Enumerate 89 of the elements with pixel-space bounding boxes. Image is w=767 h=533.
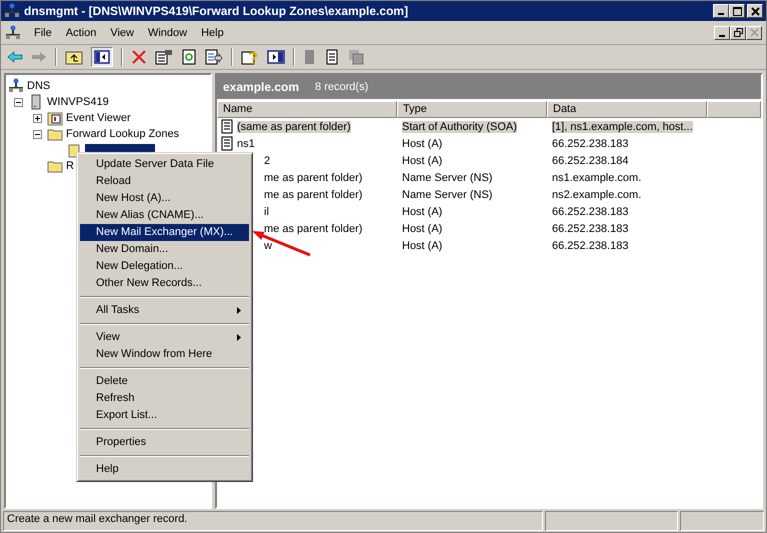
menu-item[interactable]: View (80, 329, 249, 346)
menu-item[interactable]: File (27, 26, 59, 38)
record-type: Host (A) (402, 240, 442, 252)
record-type: Host (A) (402, 138, 442, 150)
tree-pane-icon[interactable] (91, 47, 113, 67)
record-icon (221, 119, 233, 134)
menu-item[interactable]: Refresh (80, 390, 249, 407)
expander-icon[interactable] (33, 130, 42, 138)
menu-item[interactable]: Action (58, 26, 104, 38)
tree-item[interactable]: R (66, 160, 74, 172)
tree-item[interactable]: DNS (27, 80, 50, 92)
record-type: Name Server (NS) (402, 188, 492, 200)
menu-item[interactable]: Reload (80, 173, 249, 190)
refresh-icon[interactable] (181, 49, 197, 65)
record-data: 66.252.238.184 (552, 154, 628, 166)
menu-item[interactable]: New Mail Exchanger (MX)... (80, 224, 249, 241)
network-icon (4, 3, 20, 19)
event-log-icon (47, 110, 63, 126)
record-name[interactable]: ns1 (237, 138, 255, 150)
tree-item[interactable]: Event Viewer (66, 112, 131, 124)
minimize-button[interactable] (713, 4, 729, 18)
network-icon (8, 78, 24, 94)
tree-item[interactable]: Forward Lookup Zones (66, 128, 180, 140)
column-header[interactable]: Data (547, 101, 707, 118)
menu-item[interactable]: New Domain... (80, 241, 249, 258)
record-type: Name Server (NS) (402, 172, 492, 184)
record-name[interactable]: il (264, 206, 269, 218)
notepad-icon[interactable] (325, 49, 339, 65)
menu-item[interactable]: New Window from Here (80, 346, 249, 363)
window-title: dnsmgmt - [DNS\WINVPS419\Forward Lookup Zones\example.com] (24, 4, 408, 18)
record-count: 8 record(s) (315, 81, 368, 93)
maximize-button[interactable] (729, 4, 745, 18)
properties-icon[interactable] (155, 49, 173, 65)
menu-item[interactable]: Window (140, 26, 194, 38)
record-type: Host (A) (402, 222, 442, 234)
record-data: ns2.example.com. (552, 188, 642, 200)
close-button[interactable] (746, 26, 762, 40)
menu-item[interactable]: New Host (A)... (80, 190, 249, 207)
maximize-icon (732, 6, 742, 16)
record-data: 66.252.238.183 (552, 206, 628, 218)
export-list-icon[interactable] (205, 49, 223, 65)
menu-item[interactable]: Update Server Data File (80, 156, 249, 173)
action-pane-icon[interactable] (267, 49, 285, 65)
tree-item[interactable]: WINVPS419 (47, 96, 109, 108)
menu-item[interactable]: Help (194, 26, 231, 38)
menu-item[interactable]: Help (80, 461, 249, 478)
record-type: Start of Authority (SOA) (402, 120, 517, 132)
record-data: ns1.example.com. (552, 172, 642, 184)
expander-icon[interactable] (33, 114, 42, 122)
minimize-button[interactable] (714, 26, 730, 40)
record-name[interactable]: me as parent folder) (264, 172, 362, 184)
record-icon (221, 136, 233, 151)
expander-icon[interactable] (14, 98, 23, 106)
pages-icon[interactable] (347, 49, 365, 65)
close-button[interactable] (747, 4, 763, 18)
zone-title: example.com (223, 80, 300, 94)
menu-item[interactable]: Properties (80, 434, 249, 451)
record-name[interactable]: me as parent folder) (264, 222, 362, 234)
folder-up-icon[interactable] (65, 49, 83, 65)
record-data: [1], ns1.example.com, host... (552, 120, 693, 132)
record-type: Host (A) (402, 154, 442, 166)
close-icon (750, 28, 758, 37)
restore-icon (734, 28, 742, 37)
minimize-icon (718, 13, 724, 15)
restore-button[interactable] (730, 26, 746, 40)
menu-item[interactable]: Other New Records... (80, 275, 249, 292)
back-arrow-icon[interactable] (7, 49, 23, 65)
menu-item[interactable]: New Alias (CNAME)... (80, 207, 249, 224)
record-data: 66.252.238.183 (552, 222, 628, 234)
record-data: 66.252.238.183 (552, 138, 628, 150)
record-type: Host (A) (402, 206, 442, 218)
menu-item[interactable]: Export List... (80, 407, 249, 424)
menu-item[interactable]: Delete (80, 373, 249, 390)
minimize-icon (719, 34, 725, 36)
column-header[interactable]: Type (397, 101, 547, 118)
delete-icon[interactable] (131, 49, 147, 65)
close-icon (750, 6, 760, 16)
record-name[interactable]: me as parent folder) (264, 188, 362, 200)
menu-item[interactable]: All Tasks (80, 302, 249, 319)
record-name[interactable]: 2 (264, 154, 270, 166)
record-name[interactable]: (same as parent folder) (237, 120, 351, 132)
menu-item[interactable]: New Delegation... (80, 258, 249, 275)
menu-item[interactable]: View (103, 26, 141, 38)
help-icon[interactable] (241, 49, 259, 65)
status-text: Create a new mail exchanger record. (3, 511, 543, 531)
column-header[interactable]: Name (217, 101, 397, 118)
record-name[interactable]: w (264, 240, 272, 252)
network-icon (5, 24, 21, 40)
record-data: 66.252.238.183 (552, 240, 628, 252)
